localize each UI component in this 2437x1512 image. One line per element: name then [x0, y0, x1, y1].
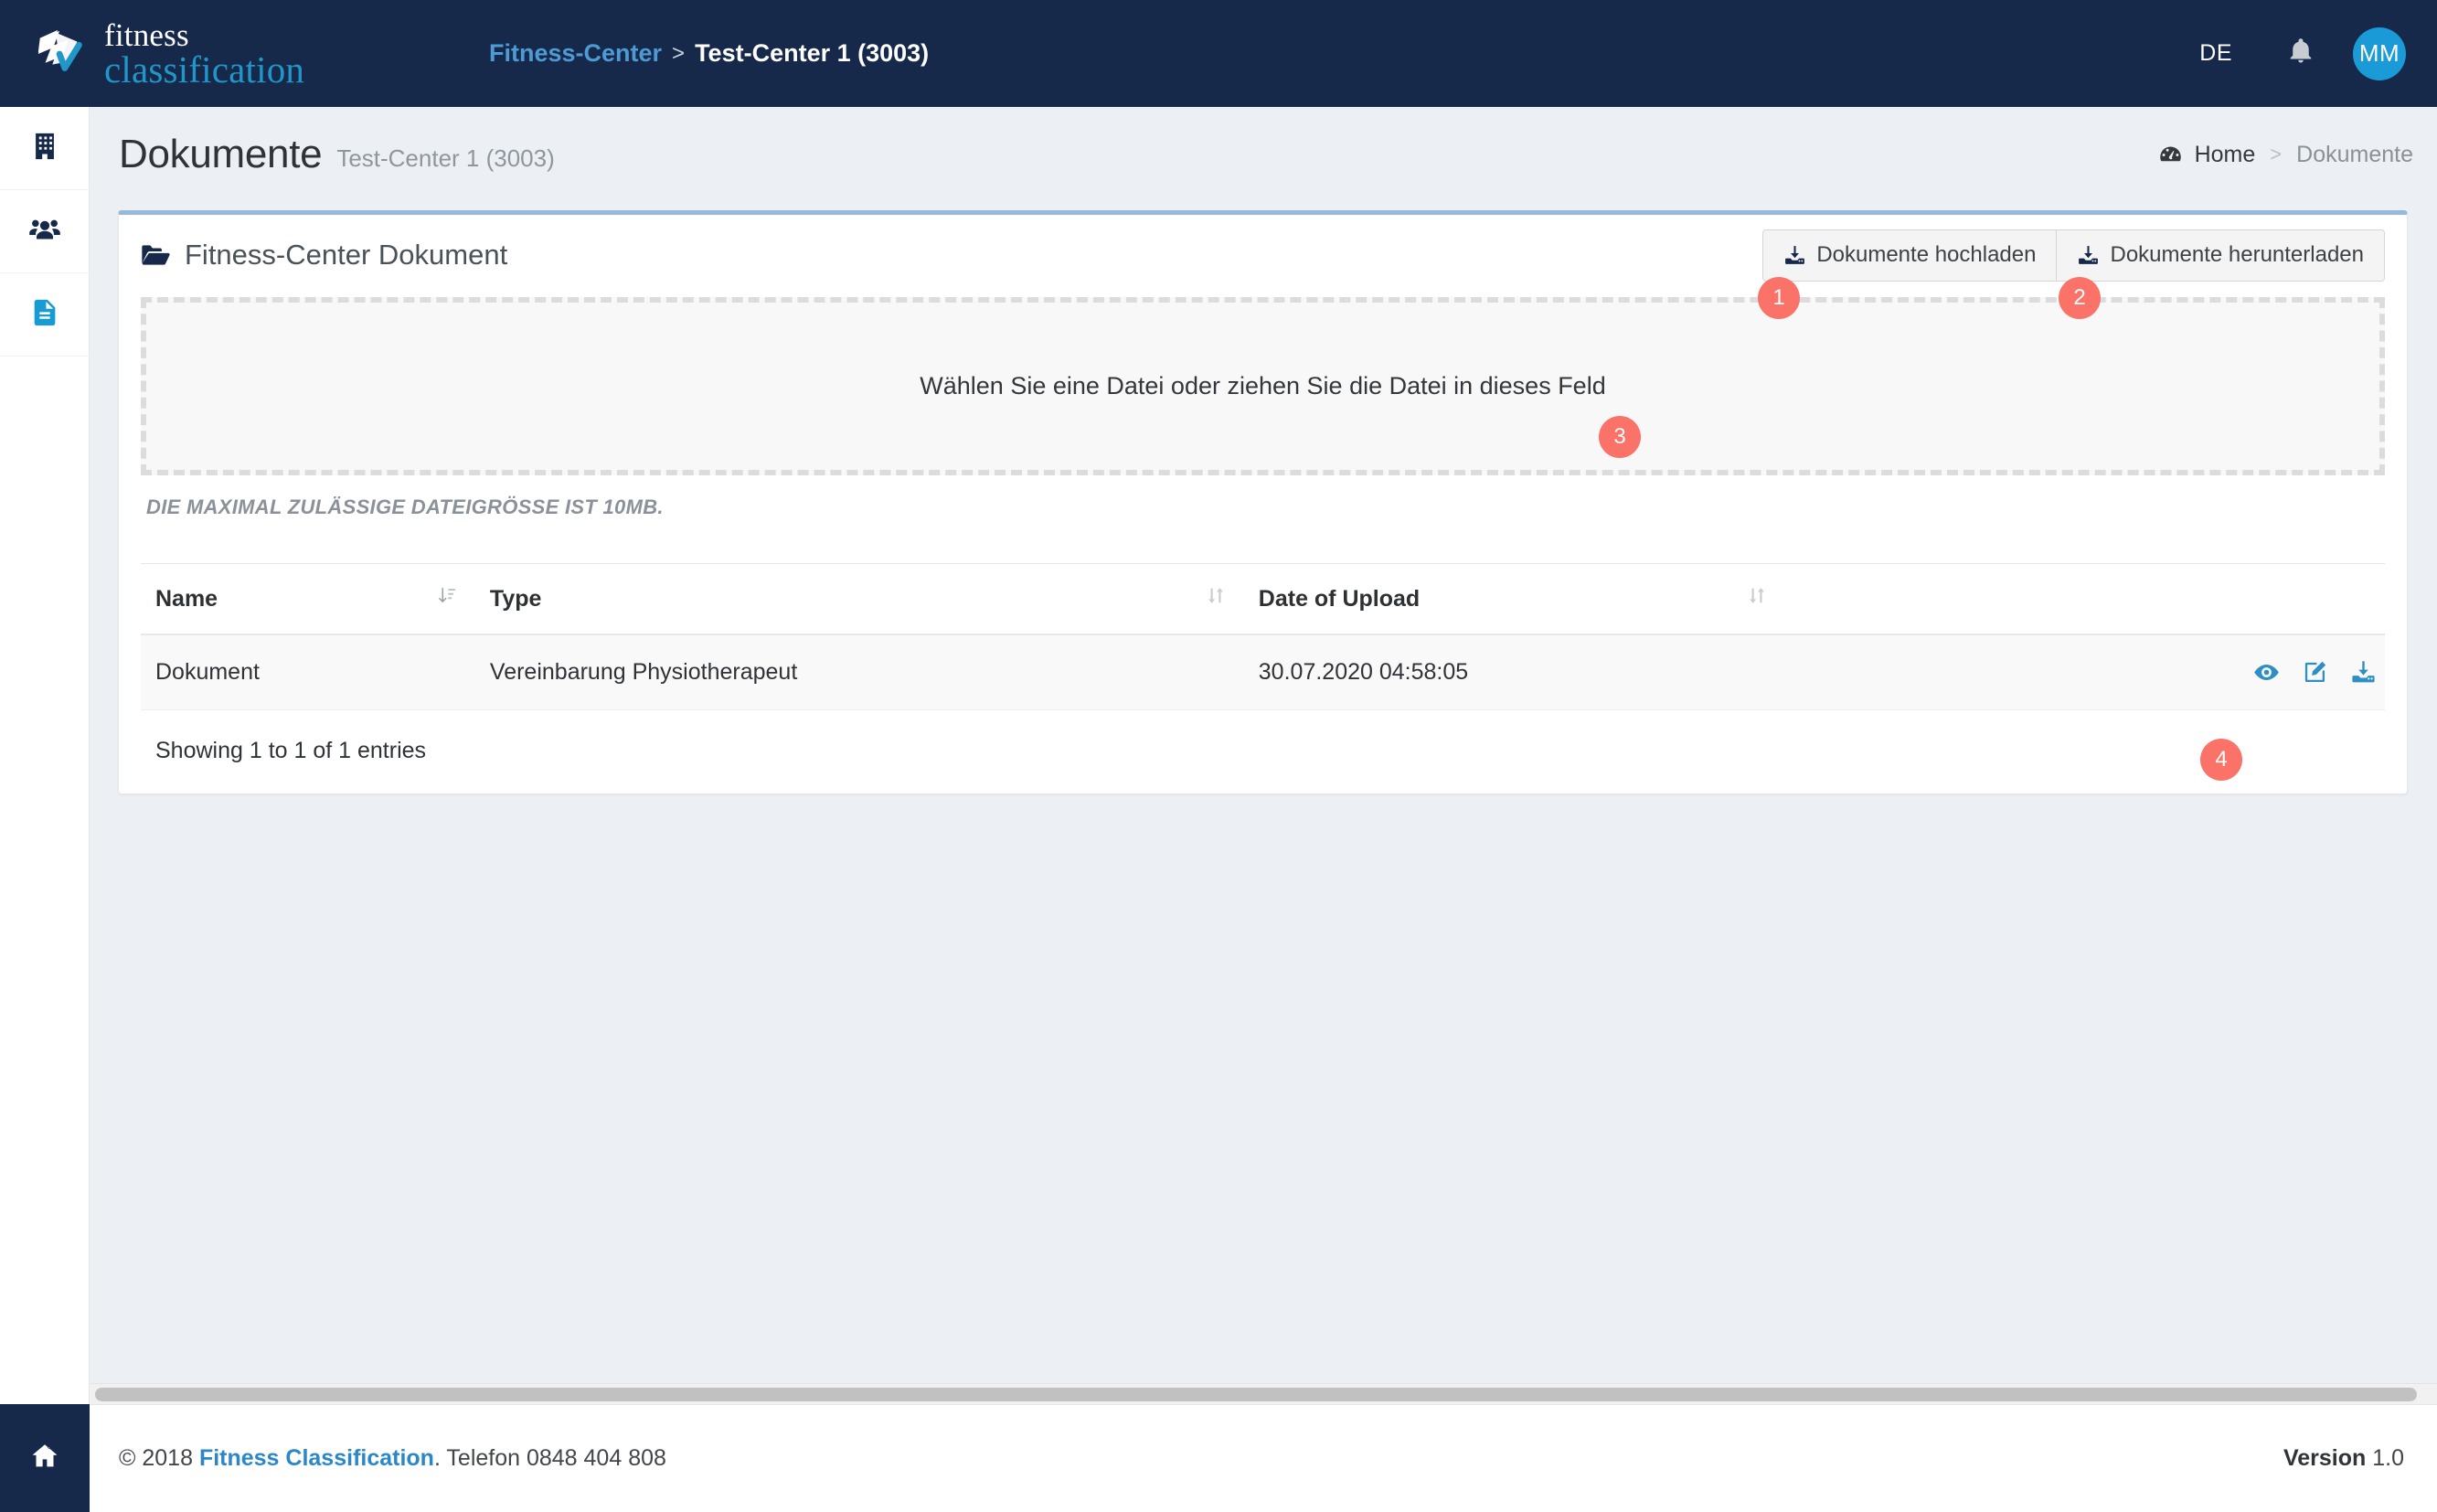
download-tray-icon[interactable] — [2350, 659, 2377, 686]
top-navbar: fitness classification Fitness-Center > … — [0, 0, 2437, 107]
user-avatar[interactable]: MM — [2353, 27, 2406, 80]
footer-copyright-pre: © 2018 — [119, 1445, 199, 1471]
upload-documents-label: Dokumente hochladen — [1816, 242, 2037, 267]
download-tray-icon — [1783, 244, 1806, 267]
documents-table: Name Type Date of Upload Dokument Verein… — [141, 563, 2385, 710]
cell-blank — [1785, 634, 2020, 710]
eye-icon[interactable] — [2253, 659, 2280, 686]
column-header-name-label: Name — [155, 586, 218, 612]
sidebar-item-users[interactable] — [0, 190, 90, 273]
footer-brand-link[interactable]: Fitness Classification — [199, 1445, 434, 1471]
users-icon — [28, 213, 61, 250]
horizontal-scrollbar[interactable] — [90, 1383, 2437, 1404]
folder-open-icon — [141, 242, 170, 268]
card-title: Fitness-Center Dokument — [185, 239, 508, 271]
cell-actions — [2019, 634, 2385, 710]
table-header-row: Name Type Date of Upload — [141, 563, 2385, 635]
column-header-actions — [2019, 563, 2385, 635]
navbar-breadcrumb-separator: > — [672, 40, 686, 66]
breadcrumb-home[interactable]: Home — [2195, 142, 2256, 168]
row-action-group — [2034, 659, 2379, 686]
document-icon — [29, 297, 60, 333]
sort-updown-icon — [1747, 586, 1767, 612]
column-header-name[interactable]: Name — [141, 563, 475, 635]
page-header: Dokumente Test-Center 1 (3003) Home > Do… — [90, 107, 2437, 202]
table-body: Dokument Vereinbarung Physiotherapeut 30… — [141, 634, 2385, 710]
max-filesize-note: DIE MAXIMAL ZULÄSSIGE DATEIGRÖSSE IST 10… — [146, 495, 664, 518]
notifications-button[interactable] — [2256, 37, 2346, 69]
upload-documents-button[interactable]: Dokumente hochladen — [1762, 229, 2058, 282]
brand-line-1: fitness — [104, 16, 189, 53]
brand-line-2: classification — [104, 48, 305, 91]
dashboard-icon — [2158, 143, 2183, 167]
table-head: Name Type Date of Upload — [141, 563, 2385, 635]
column-header-type-label: Type — [489, 586, 542, 612]
sort-amount-down-icon — [437, 586, 457, 612]
building-icon — [29, 131, 60, 166]
page-title: Dokumente — [119, 132, 323, 176]
sidebar-item-building[interactable] — [0, 107, 90, 190]
card-header: Fitness-Center Dokument Dokumente hochla… — [141, 215, 2385, 295]
cell-date: 30.07.2020 04:58:05 — [1243, 634, 1786, 710]
page-subtitle: Test-Center 1 (3003) — [336, 144, 555, 172]
footer-copyright: © 2018 Fitness Classification. Telefon 0… — [119, 1445, 666, 1472]
file-dropzone[interactable]: Wählen Sie eine Datei oder ziehen Sie di… — [141, 297, 2385, 475]
cell-type: Vereinbarung Physiotherapeut — [474, 634, 1244, 710]
home-icon — [29, 1441, 60, 1476]
annotation-bubble-1: 1 — [1758, 277, 1800, 319]
language-selector[interactable]: DE — [2176, 40, 2256, 67]
navbar-breadcrumb: Fitness-Center > Test-Center 1 (3003) — [489, 39, 929, 68]
dropzone-label: Wählen Sie eine Datei oder ziehen Sie di… — [920, 372, 1606, 399]
sidebar-item-documents[interactable] — [0, 273, 90, 357]
cell-name: Dokument — [141, 634, 475, 710]
table-row[interactable]: Dokument Vereinbarung Physiotherapeut 30… — [141, 634, 2385, 710]
documents-table-wrapper: Name Type Date of Upload Dokument Verein… — [141, 563, 2385, 793]
scrollbar-thumb[interactable] — [95, 1388, 2417, 1401]
column-header-blank — [1785, 563, 2020, 635]
annotation-bubble-2: 2 — [2059, 277, 2101, 319]
sort-updown-icon — [1206, 586, 1226, 612]
brand-logo[interactable]: fitness classification — [0, 0, 420, 107]
edit-pencil-icon[interactable] — [2302, 659, 2328, 686]
download-documents-label: Dokumente herunterladen — [2110, 242, 2364, 267]
navbar-breadcrumb-current: Test-Center 1 (3003) — [695, 39, 930, 67]
footer-version-value: 1.0 — [2366, 1445, 2404, 1471]
card-actions: Dokumente hochladen Dokumente herunterla… — [1762, 229, 2385, 282]
footer-copyright-post: . Telefon 0848 404 808 — [433, 1445, 666, 1471]
breadcrumb-current: Dokumente — [2296, 141, 2413, 167]
footer-version-label: Version — [2283, 1445, 2367, 1471]
navbar-right-group: DE MM — [2176, 27, 2437, 80]
breadcrumb: Home > Dokumente — [2158, 142, 2413, 168]
footer-version: Version 1.0 — [2283, 1445, 2404, 1472]
table-info: Showing 1 to 1 of 1 entries — [155, 738, 427, 763]
annotation-bubble-4: 4 — [2200, 739, 2242, 781]
column-header-date-label: Date of Upload — [1258, 586, 1421, 612]
download-documents-button[interactable]: Dokumente herunterladen — [2057, 229, 2385, 282]
swoosh-check-logo-icon — [33, 26, 90, 82]
download-tray-icon — [2077, 244, 2100, 267]
navbar-breadcrumb-parent[interactable]: Fitness-Center — [489, 39, 662, 68]
sidebar-home-button[interactable] — [0, 1404, 90, 1512]
breadcrumb-separator: > — [2270, 143, 2283, 165]
bell-icon — [2287, 37, 2315, 69]
column-header-type[interactable]: Type — [474, 563, 1244, 635]
left-sidebar — [0, 107, 90, 1404]
column-header-date[interactable]: Date of Upload — [1243, 563, 1786, 635]
page-footer: © 2018 Fitness Classification. Telefon 0… — [90, 1404, 2437, 1512]
annotation-bubble-3: 3 — [1599, 416, 1641, 458]
brand-wordmark: fitness classification — [104, 19, 304, 89]
